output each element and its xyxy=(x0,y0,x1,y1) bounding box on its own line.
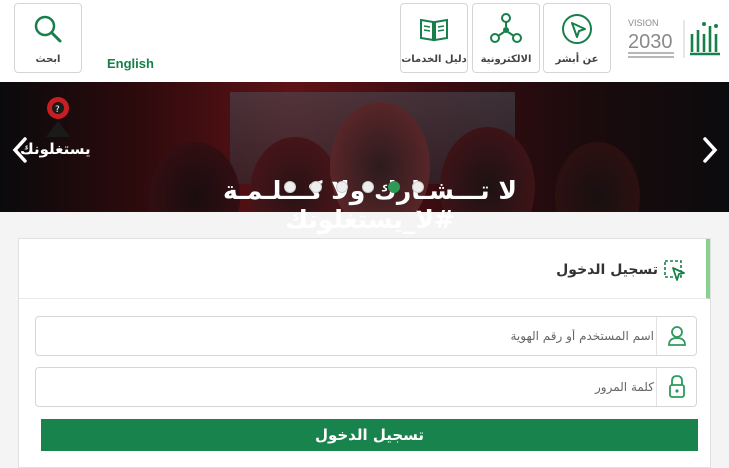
slide-dot[interactable] xyxy=(412,181,424,193)
slide-dot[interactable] xyxy=(336,181,348,193)
services-guide-button[interactable]: دليل الخدمات xyxy=(400,3,468,73)
login-card: تسجيل الدخول تسجيل الدخول xyxy=(18,238,711,468)
slide-dot[interactable] xyxy=(284,181,296,193)
next-slide-arrow[interactable] xyxy=(700,136,720,164)
svg-text:2030: 2030 xyxy=(628,31,673,53)
lock-icon-box xyxy=(656,368,696,406)
vision-2030-absher-logo: VISION 2030 xyxy=(628,18,720,58)
slide-dot[interactable] xyxy=(310,181,322,193)
hacker-mascot-icon: ? xyxy=(46,97,70,137)
svg-text:VISION: VISION xyxy=(628,18,659,28)
search-button[interactable]: ابحث xyxy=(14,3,82,73)
user-icon xyxy=(668,326,686,346)
login-title: تسجيل الدخول xyxy=(556,262,658,278)
network-icon xyxy=(490,13,522,43)
e-services-label: الالكترونية xyxy=(480,54,532,65)
search-label: ابحث xyxy=(35,54,61,65)
slide-dot[interactable] xyxy=(362,181,374,193)
username-input[interactable] xyxy=(44,317,654,355)
search-icon xyxy=(34,15,62,43)
slide-dot-active[interactable] xyxy=(388,181,400,193)
user-icon-box xyxy=(656,317,696,355)
about-absher-label: عن أبشر xyxy=(555,54,599,65)
login-card-header: تسجيل الدخول xyxy=(19,239,710,299)
about-absher-button[interactable]: عن أبشر xyxy=(543,3,611,73)
book-icon xyxy=(420,18,448,42)
password-field[interactable] xyxy=(35,367,697,407)
services-guide-label: دليل الخدمات xyxy=(401,54,467,65)
prev-slide-arrow[interactable] xyxy=(10,136,30,164)
login-submit-button[interactable]: تسجيل الدخول xyxy=(41,419,698,451)
lock-icon xyxy=(669,375,685,398)
svg-text:?: ? xyxy=(55,105,60,115)
top-header: ابحث English دليل الخدمات الالكترونية عن… xyxy=(0,0,729,82)
english-link[interactable]: English xyxy=(107,56,154,71)
login-cursor-icon xyxy=(664,260,685,281)
username-field[interactable] xyxy=(35,316,697,356)
cursor-circle-icon xyxy=(562,14,592,44)
e-services-button[interactable]: الالكترونية xyxy=(472,3,540,73)
password-input[interactable] xyxy=(44,368,654,406)
campaign-brand: يستغلونك xyxy=(20,140,91,158)
